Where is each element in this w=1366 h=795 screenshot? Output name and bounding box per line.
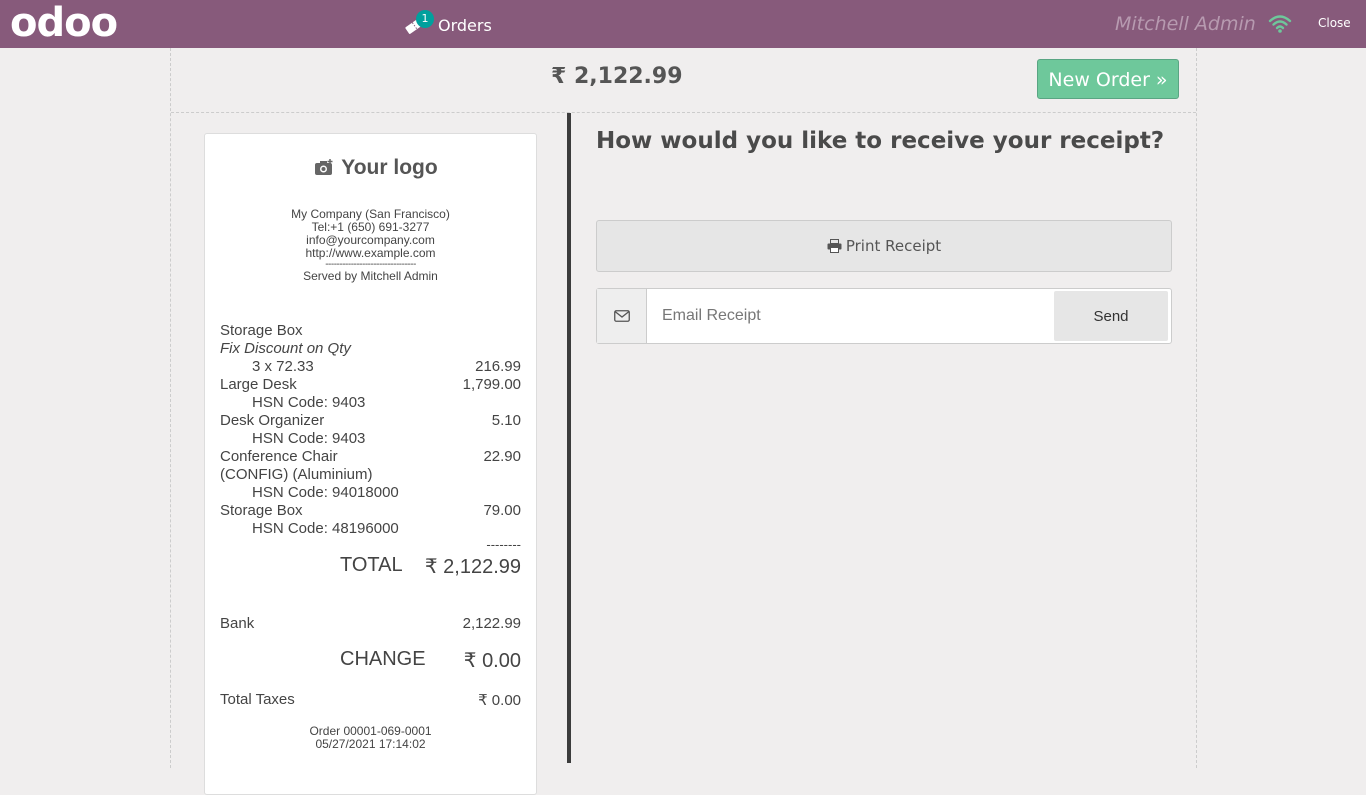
print-receipt-label: Print Receipt — [845, 237, 942, 255]
line-amount: 1,799.00 — [462, 376, 521, 393]
taxes-value: ₹ 0.00 — [478, 692, 521, 709]
receipt-lines: Storage Box Fix Discount on Qty 3 x 72.3… — [220, 322, 521, 552]
receipt-line: Fix Discount on Qty — [220, 340, 521, 358]
line-name: Storage Box — [220, 322, 303, 339]
receipt-preview: Your logo My Company (San Francisco) Tel… — [204, 133, 537, 795]
order-total: ₹ 2,122.99 — [551, 64, 683, 89]
print-receipt-button[interactable]: Print Receipt — [596, 220, 1172, 272]
payment-line: Bank 2,122.99 — [220, 615, 521, 632]
orders-button[interactable]: 1 Orders — [404, 10, 492, 40]
vertical-divider — [567, 113, 571, 763]
change-label: CHANGE — [340, 648, 426, 670]
receipt-change: CHANGE ₹ 0.00 — [220, 648, 521, 673]
receipt-line: 3 x 72.33 216.99 — [220, 358, 521, 376]
line-name: HSN Code: 94018000 — [252, 484, 399, 501]
email-receipt-group: Send — [596, 288, 1172, 344]
new-order-button[interactable]: New Order » — [1037, 59, 1179, 99]
company-logo: Your logo — [305, 148, 446, 188]
company-info: My Company (San Francisco) Tel:+1 (650) … — [205, 208, 536, 283]
logo-text: Your logo — [341, 156, 438, 179]
receipt-header: ₹ 2,122.99 New Order » — [171, 48, 1196, 113]
wifi-icon — [1268, 14, 1292, 34]
email-receipt-input[interactable] — [647, 289, 1053, 343]
receipt-line: (CONFIG) (Aluminium) — [220, 466, 521, 484]
camera-icon — [315, 159, 333, 175]
line-name: HSN Code: 9403 — [252, 394, 366, 411]
odoo-logo: odoo — [10, 0, 118, 46]
receipt-line: Storage Box — [220, 322, 521, 340]
user-name: Mitchell Admin — [1115, 13, 1256, 35]
printer-icon — [827, 239, 842, 253]
line-amount: 79.00 — [483, 502, 521, 519]
close-button[interactable]: Close — [1318, 16, 1351, 30]
line-name: Storage Box — [220, 502, 303, 519]
total-value: ₹ 2,122.99 — [424, 556, 521, 578]
receipt-line: Large Desk 1,799.00 — [220, 376, 521, 394]
line-name: HSN Code: 9403 — [252, 430, 366, 447]
line-amount: 216.99 — [475, 358, 521, 375]
receipt-line: Conference Chair 22.90 — [220, 448, 521, 466]
total-separator: -------- — [486, 537, 521, 552]
ticket-icon: 1 — [404, 10, 434, 36]
served-by: Served by Mitchell Admin — [303, 269, 438, 283]
receipt-line: HSN Code: 9403 — [220, 394, 521, 412]
receipt-taxes: Total Taxes ₹ 0.00 — [220, 691, 521, 709]
receipt-line: HSN Code: 94018000 — [220, 484, 521, 502]
line-name: Large Desk — [220, 376, 297, 393]
total-label: TOTAL — [340, 554, 403, 576]
receipt-line: HSN Code: 9403 — [220, 430, 521, 448]
payment-method: Bank — [220, 615, 255, 632]
order-date: 05/27/2021 17:14:02 — [315, 737, 426, 751]
receipt-screen: ₹ 2,122.99 New Order » Your logo My Comp… — [170, 48, 1197, 795]
line-name: Desk Organizer — [220, 412, 325, 429]
orders-label: Orders — [438, 15, 492, 35]
receipt-line: Storage Box 79.00 — [220, 502, 521, 520]
receipt-line: HSN Code: 48196000 — [220, 520, 521, 538]
top-bar: odoo 1 Orders Mitchell Admin Close — [0, 0, 1366, 48]
line-amount: 5.10 — [491, 412, 521, 429]
payment-amount: 2,122.99 — [462, 615, 521, 632]
taxes-label: Total Taxes — [220, 691, 295, 708]
send-email-button[interactable]: Send — [1054, 291, 1168, 341]
receipt-options-title: How would you like to receive your recei… — [596, 128, 1165, 154]
change-value: ₹ 0.00 — [463, 650, 521, 672]
line-name: Conference Chair — [220, 448, 338, 465]
line-amount: 22.90 — [483, 448, 521, 465]
line-name: 3 x 72.33 — [252, 358, 314, 375]
receipt-total: TOTAL ₹ 2,122.99 — [220, 554, 521, 579]
line-name: Fix Discount on Qty — [220, 340, 351, 357]
line-name: HSN Code: 48196000 — [252, 520, 399, 537]
orders-count-badge: 1 — [416, 10, 434, 28]
order-info: Order 00001-069-0001 05/27/2021 17:14:02 — [205, 725, 536, 751]
receipt-line: Desk Organizer 5.10 — [220, 412, 521, 430]
envelope-icon — [597, 289, 647, 343]
line-name: (CONFIG) (Aluminium) — [220, 466, 373, 483]
